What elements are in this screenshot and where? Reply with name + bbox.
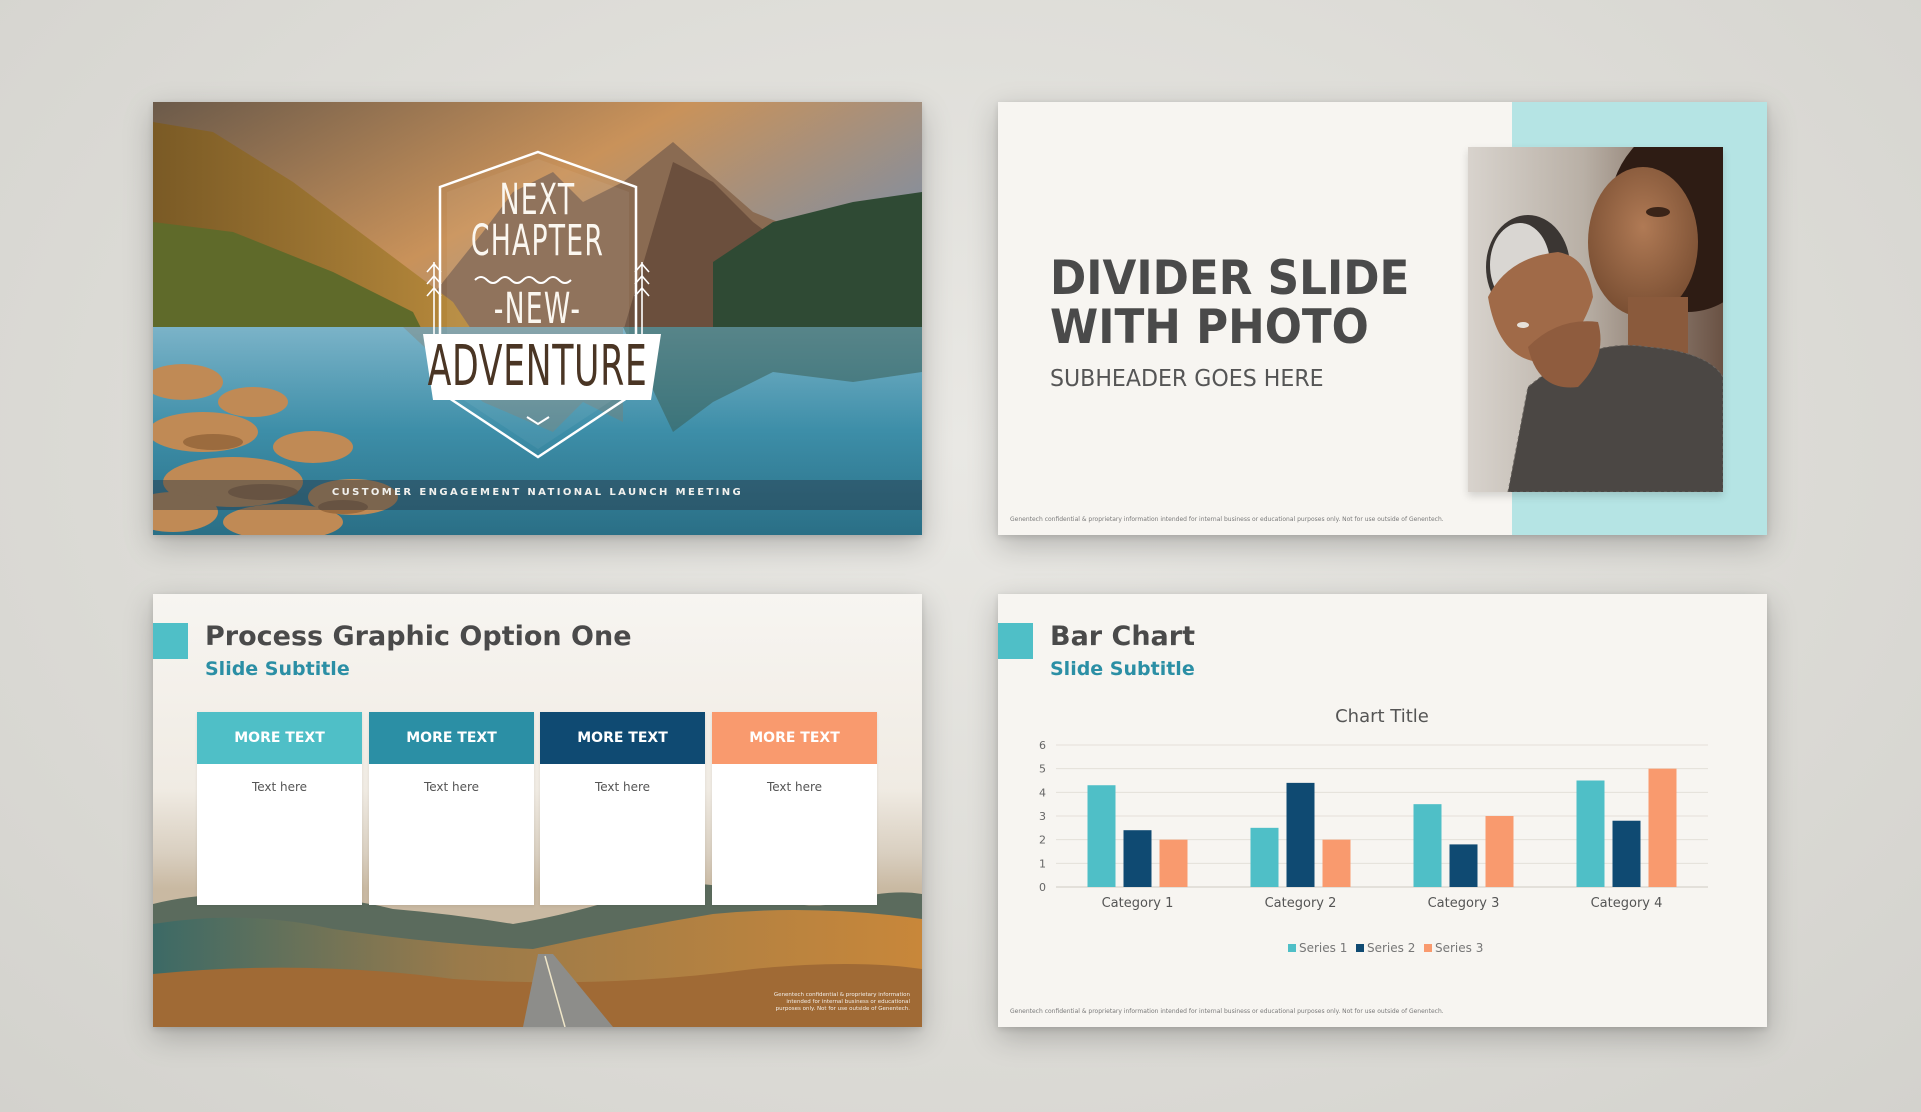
- process-step-3-header: MORE TEXT: [540, 712, 705, 764]
- process-step-1[interactable]: MORE TEXT Text here: [197, 712, 362, 905]
- x-tick-label: Category 2: [1265, 896, 1337, 911]
- legend-label: Series 2: [1367, 941, 1415, 955]
- bar-series-3: [1159, 839, 1188, 887]
- bar-series-1: [1576, 780, 1605, 887]
- bar-series-3: [1485, 816, 1514, 887]
- bar-series-2: [1123, 830, 1152, 887]
- bar-series-2: [1612, 820, 1641, 887]
- legend-swatch: [1424, 944, 1432, 952]
- bar-series-2: [1449, 844, 1478, 887]
- bar-series-3: [1648, 768, 1677, 887]
- meeting-name: CUSTOMER ENGAGEMENT NATIONAL LAUNCH MEET…: [331, 487, 744, 498]
- process-step-1-text: Text here: [251, 780, 308, 794]
- process-graphic-slide-thumbnail[interactable]: Process Graphic Option One Slide Subtitl…: [153, 594, 922, 1027]
- divider-title: DIVIDER SLIDE WITH PHOTO: [1050, 254, 1441, 352]
- title-slide-thumbnail[interactable]: NEXT CHAPTER -NEW- ADVENTURE CUSTOMER EN…: [153, 102, 922, 535]
- y-tick-label: 4: [1039, 786, 1046, 799]
- confidential-notice: Genentech confidential & proprietary inf…: [1010, 516, 1444, 523]
- x-tick-label: Category 4: [1591, 896, 1663, 911]
- y-tick-label: 5: [1039, 763, 1046, 776]
- bar-series-1: [1087, 785, 1116, 887]
- process-step-1-header: MORE TEXT: [197, 712, 362, 764]
- bar-series-1: [1250, 827, 1279, 887]
- y-tick-label: 1: [1039, 857, 1046, 870]
- y-tick-label: 6: [1039, 739, 1046, 752]
- title-line-adventure: ADVENTURE: [427, 334, 648, 399]
- slide-title: Process Graphic Option One: [205, 621, 632, 652]
- bar-series-3: [1322, 839, 1351, 887]
- process-step-3[interactable]: MORE TEXT Text here: [540, 712, 705, 905]
- bar-chart-slide-thumbnail[interactable]: Bar Chart Slide Subtitle Chart Title 0 1 2 3…: [998, 594, 1767, 1027]
- woman-drinking-photo: [1468, 147, 1723, 492]
- process-step-4-text: Text here: [766, 780, 823, 794]
- accent-square: [153, 623, 188, 659]
- legend-swatch: [1356, 944, 1364, 952]
- x-tick-label: Category 3: [1428, 896, 1500, 911]
- title-line-chapter: CHAPTER: [470, 216, 605, 266]
- process-step-3-text: Text here: [594, 780, 651, 794]
- x-tick-label: Category 1: [1102, 896, 1174, 911]
- divider-title-line-2: WITH PHOTO: [1050, 300, 1369, 355]
- process-step-2[interactable]: MORE TEXT Text here: [369, 712, 534, 905]
- legend-swatch: [1288, 944, 1296, 952]
- bar-series-2: [1286, 782, 1315, 887]
- y-tick-label: 3: [1039, 810, 1046, 823]
- process-step-4[interactable]: MORE TEXT Text here: [712, 712, 877, 905]
- chart-title: Chart Title: [1335, 706, 1429, 727]
- process-step-2-text: Text here: [423, 780, 480, 794]
- legend-label: Series 3: [1435, 941, 1483, 955]
- legend-label: Series 1: [1299, 941, 1347, 955]
- bar-series-1: [1413, 804, 1442, 887]
- y-tick-label: 2: [1039, 834, 1046, 847]
- process-step-4-header: MORE TEXT: [712, 712, 877, 764]
- divider-title-line-1: DIVIDER SLIDE: [1050, 251, 1410, 306]
- divider-subheader: SUBHEADER GOES HERE: [1050, 366, 1324, 392]
- process-step-2-header: MORE TEXT: [369, 712, 534, 764]
- bar-chart: Chart Title 0 1 2 3 4 5 6 Category 1 Category 2 Ca…: [1039, 706, 1708, 955]
- confidential-notice: Genentech confidential & proprietary inf…: [773, 992, 910, 1012]
- confidential-notice: Genentech confidential & proprietary inf…: [1010, 1008, 1444, 1015]
- divider-slide-thumbnail[interactable]: DIVIDER SLIDE WITH PHOTO SUBHEADER GOES …: [998, 102, 1767, 535]
- title-line-new: -NEW-: [493, 284, 582, 334]
- slide-subtitle: Slide Subtitle: [205, 658, 350, 680]
- y-tick-label: 0: [1039, 881, 1046, 894]
